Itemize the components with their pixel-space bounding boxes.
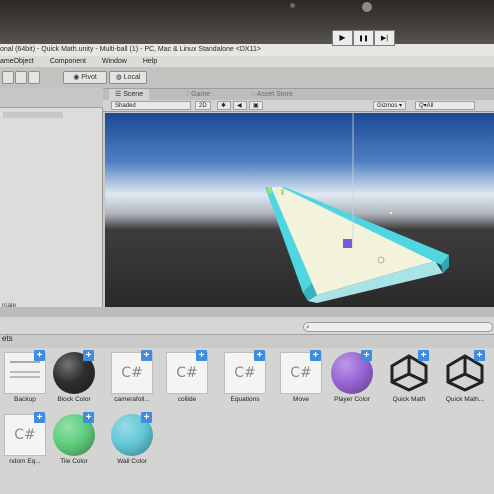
- search-icon: ⌕: [306, 324, 310, 331]
- asset-item[interactable]: + Backup: [0, 350, 52, 414]
- local-label: Local: [123, 74, 141, 81]
- menu-gameobject[interactable]: ameObject: [0, 56, 34, 67]
- expand-plus-icon[interactable]: +: [83, 412, 94, 423]
- tab-game[interactable]: ◌ Game: [179, 89, 216, 100]
- asset-item[interactable]: + Quick Math...: [438, 350, 492, 414]
- distant-block: [275, 188, 279, 194]
- scene-toolbar: Shaded 2D ✱ ◀ ▣ Gizmos ▾ Q▾All: [103, 100, 494, 112]
- expand-plus-icon[interactable]: +: [34, 412, 45, 423]
- scene-tab-strip: ☰ Scene ◌ Game ◌ Asset Store: [103, 89, 494, 100]
- scene-search-field[interactable]: Q▾All: [415, 101, 475, 110]
- tab-scene[interactable]: ☰ Scene: [109, 89, 150, 100]
- tab-asset-store[interactable]: ◌ Asset Store: [245, 89, 299, 100]
- expand-plus-icon[interactable]: +: [196, 350, 207, 361]
- menu-component[interactable]: Component: [50, 56, 86, 67]
- window-title: onal (64bit) - Quick Math.unity - Multi-…: [0, 44, 494, 56]
- webcam: [362, 2, 372, 12]
- expand-plus-icon[interactable]: +: [83, 350, 94, 361]
- hand-tool-button[interactable]: [2, 71, 14, 84]
- scene-viewport[interactable]: [105, 113, 494, 307]
- gizmo-dot: [390, 212, 392, 214]
- gizmos-label: Gizmos ▾: [377, 103, 403, 109]
- local-toggle[interactable]: ◍ Local: [109, 71, 147, 84]
- pause-button[interactable]: ❚❚: [353, 30, 374, 46]
- player-cube: [343, 239, 352, 248]
- shading-label: Shaded: [115, 103, 136, 109]
- asset-item[interactable]: + Tile Color: [47, 412, 101, 476]
- panel-divider: [0, 307, 494, 317]
- shading-mode-dropdown[interactable]: Shaded: [111, 101, 191, 110]
- menu-help[interactable]: Help: [143, 56, 157, 67]
- hierarchy-item[interactable]: [3, 112, 63, 118]
- asset-label: camerafoll...: [114, 396, 150, 403]
- asset-item[interactable]: + Wall Color: [105, 412, 159, 476]
- asset-item[interactable]: + Quick Math: [382, 350, 436, 414]
- hierarchy-panel: rcale: [0, 88, 103, 309]
- light-sensor: [290, 3, 295, 8]
- asset-item[interactable]: C# + Equations: [218, 350, 272, 414]
- play-icon: ▶: [339, 33, 346, 42]
- expand-plus-icon[interactable]: +: [310, 350, 321, 361]
- asset-item[interactable]: C# + ndom Eq...: [0, 412, 52, 476]
- gizmos-dropdown[interactable]: Gizmos ▾: [373, 101, 407, 110]
- expand-plus-icon[interactable]: +: [254, 350, 265, 361]
- expand-plus-icon[interactable]: +: [361, 350, 372, 361]
- asset-label: Backup: [14, 396, 36, 403]
- asset-label: Quick Math: [392, 396, 426, 403]
- asset-label: Wall Color: [117, 458, 147, 465]
- tab-game-label: Game: [191, 91, 211, 98]
- asset-item[interactable]: C# + Move: [274, 350, 328, 414]
- rotate-tool-button[interactable]: [28, 71, 40, 84]
- asset-label: ndom Eq...: [9, 458, 41, 465]
- main-toolbar: ◉ Pivot ◍ Local: [0, 67, 494, 89]
- menu-window[interactable]: Window: [102, 56, 127, 67]
- scene-render: [105, 113, 494, 307]
- scene-search-label: Q▾All: [419, 103, 434, 109]
- distant-block: [281, 189, 284, 195]
- mode-2d-label: 2D: [199, 103, 207, 109]
- asset-label: collide: [177, 396, 197, 403]
- pivot-label: Pivot: [81, 74, 97, 81]
- distant-block: [268, 187, 272, 193]
- tab-scene-label: Scene: [123, 91, 144, 98]
- asset-label: Block Color: [57, 396, 91, 403]
- asset-label: Move: [293, 396, 309, 403]
- asset-item[interactable]: + Block Color: [47, 350, 101, 414]
- step-icon: ▶|: [380, 35, 389, 42]
- pivot-toggle[interactable]: ◉ Pivot: [63, 71, 107, 84]
- expand-plus-icon[interactable]: +: [474, 350, 485, 361]
- expand-plus-icon[interactable]: +: [141, 412, 152, 423]
- asset-item[interactable]: C# + camerafoll...: [105, 350, 159, 414]
- monitor-bezel: [0, 0, 494, 46]
- step-button[interactable]: ▶|: [374, 30, 395, 46]
- audio-toggle-icon[interactable]: ◀: [233, 101, 247, 110]
- tab-asset-store-label: Asset Store: [256, 91, 293, 98]
- mode-2d-toggle[interactable]: 2D: [195, 101, 211, 110]
- hierarchy-header: [0, 88, 103, 108]
- asset-label: Quick Math...: [445, 396, 485, 403]
- menu-bar: ameObject Component Window Help: [0, 56, 494, 67]
- scene-tab-icon: ☰: [115, 91, 124, 98]
- asset-label: Player Color: [334, 396, 370, 403]
- asset-label: Equations: [230, 396, 260, 403]
- asset-item[interactable]: + Player Color: [325, 350, 379, 414]
- move-tool-button[interactable]: [15, 71, 27, 84]
- project-search-field[interactable]: ⌕: [303, 322, 493, 332]
- expand-plus-icon[interactable]: +: [418, 350, 429, 361]
- play-button[interactable]: ▶: [332, 30, 353, 46]
- asset-label: Tile Color: [60, 458, 88, 465]
- expand-plus-icon[interactable]: +: [141, 350, 152, 361]
- lighting-toggle-icon[interactable]: ✱: [217, 101, 231, 110]
- play-controls: ▶ ❚❚ ▶|: [332, 30, 395, 46]
- asset-item[interactable]: C# + collide: [160, 350, 214, 414]
- pause-icon: ❚❚: [358, 36, 369, 42]
- project-assets-grid: + Backup + Block Color C# + camerafoll... C# + co…: [0, 348, 494, 494]
- local-icon: ◍: [115, 74, 124, 81]
- effects-toggle-icon[interactable]: ▣: [249, 101, 263, 110]
- assets-breadcrumb[interactable]: ets: [2, 334, 13, 343]
- expand-plus-icon[interactable]: +: [34, 350, 45, 361]
